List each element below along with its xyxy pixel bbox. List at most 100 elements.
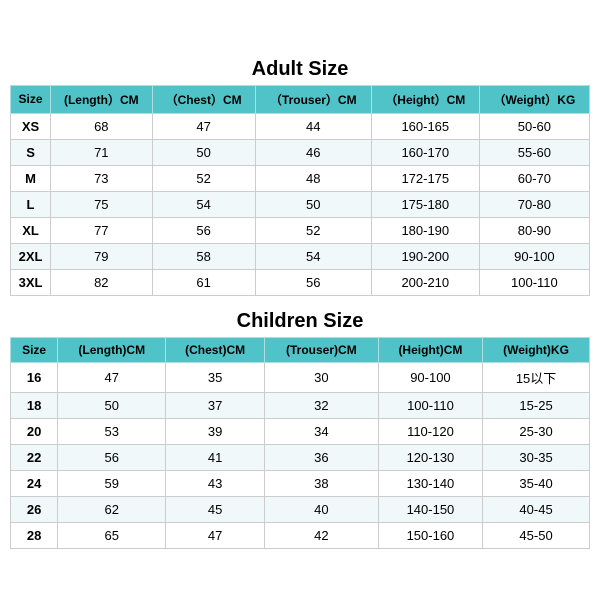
- adult-cell-r3-c3: 50: [255, 191, 371, 217]
- adult-table-body: XS684744160-16550-60S715046160-17055-60M…: [11, 113, 590, 295]
- children-table-row: 28654742150-16045-50: [11, 522, 590, 548]
- adult-cell-r3-c2: 54: [152, 191, 255, 217]
- adult-table-row: XS684744160-16550-60: [11, 113, 590, 139]
- children-cell-r4-c0: 24: [11, 470, 58, 496]
- adult-cell-r2-c2: 52: [152, 165, 255, 191]
- adult-col-header-2: （Chest）CM: [152, 85, 255, 113]
- adult-table-row: S715046160-17055-60: [11, 139, 590, 165]
- children-cell-r6-c1: 65: [58, 522, 166, 548]
- children-cell-r1-c2: 37: [166, 392, 265, 418]
- adult-cell-r3-c4: 175-180: [371, 191, 479, 217]
- children-cell-r0-c5: 15以下: [483, 362, 590, 392]
- adult-cell-r6-c0: 3XL: [11, 269, 51, 295]
- children-cell-r4-c2: 43: [166, 470, 265, 496]
- children-cell-r2-c1: 53: [58, 418, 166, 444]
- children-cell-r0-c2: 35: [166, 362, 265, 392]
- children-cell-r0-c4: 90-100: [378, 362, 482, 392]
- adult-cell-r5-c3: 54: [255, 243, 371, 269]
- adult-cell-r4-c3: 52: [255, 217, 371, 243]
- children-cell-r5-c4: 140-150: [378, 496, 482, 522]
- children-table-row: 22564136120-13030-35: [11, 444, 590, 470]
- children-cell-r0-c3: 30: [264, 362, 378, 392]
- adult-header-row: Size(Length）CM（Chest）CM（Trouser）CM（Heigh…: [11, 85, 590, 113]
- adult-cell-r4-c4: 180-190: [371, 217, 479, 243]
- adult-size-table: Size(Length）CM（Chest）CM（Trouser）CM（Heigh…: [10, 85, 590, 296]
- adult-col-header-1: (Length）CM: [51, 85, 153, 113]
- children-table-row: 1647353090-10015以下: [11, 362, 590, 392]
- children-cell-r6-c0: 28: [11, 522, 58, 548]
- size-chart-container: Adult Size Size(Length）CM（Chest）CM（Trous…: [10, 52, 590, 549]
- children-cell-r1-c3: 32: [264, 392, 378, 418]
- adult-table-row: XL775652180-19080-90: [11, 217, 590, 243]
- adult-cell-r4-c0: XL: [11, 217, 51, 243]
- children-cell-r2-c4: 110-120: [378, 418, 482, 444]
- adult-cell-r5-c1: 79: [51, 243, 153, 269]
- children-cell-r3-c4: 120-130: [378, 444, 482, 470]
- adult-cell-r2-c5: 60-70: [479, 165, 589, 191]
- adult-cell-r6-c4: 200-210: [371, 269, 479, 295]
- adult-cell-r3-c1: 75: [51, 191, 153, 217]
- children-col-header-1: (Length)CM: [58, 337, 166, 362]
- adult-cell-r5-c2: 58: [152, 243, 255, 269]
- children-cell-r2-c2: 39: [166, 418, 265, 444]
- adult-table-row: 3XL826156200-210100-110: [11, 269, 590, 295]
- children-cell-r1-c1: 50: [58, 392, 166, 418]
- children-col-header-3: (Trouser)CM: [264, 337, 378, 362]
- adult-cell-r1-c4: 160-170: [371, 139, 479, 165]
- adult-table-header: Size(Length）CM（Chest）CM（Trouser）CM（Heigh…: [11, 85, 590, 113]
- children-cell-r1-c0: 18: [11, 392, 58, 418]
- adult-cell-r1-c1: 71: [51, 139, 153, 165]
- children-cell-r5-c3: 40: [264, 496, 378, 522]
- adult-cell-r0-c2: 47: [152, 113, 255, 139]
- adult-cell-r6-c1: 82: [51, 269, 153, 295]
- children-cell-r3-c5: 30-35: [483, 444, 590, 470]
- children-cell-r5-c0: 26: [11, 496, 58, 522]
- children-cell-r1-c5: 15-25: [483, 392, 590, 418]
- adult-col-header-0: Size: [11, 85, 51, 113]
- adult-cell-r0-c4: 160-165: [371, 113, 479, 139]
- adult-cell-r2-c1: 73: [51, 165, 153, 191]
- children-cell-r2-c0: 20: [11, 418, 58, 444]
- children-cell-r2-c5: 25-30: [483, 418, 590, 444]
- adult-cell-r4-c5: 80-90: [479, 217, 589, 243]
- adult-cell-r0-c3: 44: [255, 113, 371, 139]
- adult-cell-r5-c4: 190-200: [371, 243, 479, 269]
- children-cell-r6-c5: 45-50: [483, 522, 590, 548]
- adult-cell-r3-c5: 70-80: [479, 191, 589, 217]
- children-cell-r0-c1: 47: [58, 362, 166, 392]
- children-table-row: 26624540140-15040-45: [11, 496, 590, 522]
- children-table-header: Size(Length)CM(Chest)CM(Trouser)CM(Heigh…: [11, 337, 590, 362]
- adult-col-header-3: （Trouser）CM: [255, 85, 371, 113]
- adult-cell-r5-c5: 90-100: [479, 243, 589, 269]
- children-col-header-4: (Height)CM: [378, 337, 482, 362]
- adult-cell-r1-c5: 55-60: [479, 139, 589, 165]
- children-cell-r4-c3: 38: [264, 470, 378, 496]
- children-cell-r3-c0: 22: [11, 444, 58, 470]
- adult-cell-r5-c0: 2XL: [11, 243, 51, 269]
- adult-table-row: L755450175-18070-80: [11, 191, 590, 217]
- children-cell-r3-c2: 41: [166, 444, 265, 470]
- adult-cell-r0-c5: 50-60: [479, 113, 589, 139]
- children-cell-r6-c3: 42: [264, 522, 378, 548]
- children-cell-r6-c4: 150-160: [378, 522, 482, 548]
- adult-col-header-4: （Height）CM: [371, 85, 479, 113]
- children-cell-r5-c2: 45: [166, 496, 265, 522]
- adult-cell-r6-c5: 100-110: [479, 269, 589, 295]
- children-table-row: 24594338130-14035-40: [11, 470, 590, 496]
- children-cell-r5-c1: 62: [58, 496, 166, 522]
- adult-col-header-5: （Weight）KG: [479, 85, 589, 113]
- children-col-header-2: (Chest)CM: [166, 337, 265, 362]
- children-cell-r4-c1: 59: [58, 470, 166, 496]
- children-col-header-5: (Weight)KG: [483, 337, 590, 362]
- adult-cell-r1-c3: 46: [255, 139, 371, 165]
- children-cell-r0-c0: 16: [11, 362, 58, 392]
- children-cell-r4-c5: 35-40: [483, 470, 590, 496]
- adult-cell-r0-c1: 68: [51, 113, 153, 139]
- children-cell-r5-c5: 40-45: [483, 496, 590, 522]
- adult-cell-r2-c4: 172-175: [371, 165, 479, 191]
- children-cell-r3-c3: 36: [264, 444, 378, 470]
- children-cell-r2-c3: 34: [264, 418, 378, 444]
- adult-cell-r4-c1: 77: [51, 217, 153, 243]
- children-cell-r4-c4: 130-140: [378, 470, 482, 496]
- children-cell-r6-c2: 47: [166, 522, 265, 548]
